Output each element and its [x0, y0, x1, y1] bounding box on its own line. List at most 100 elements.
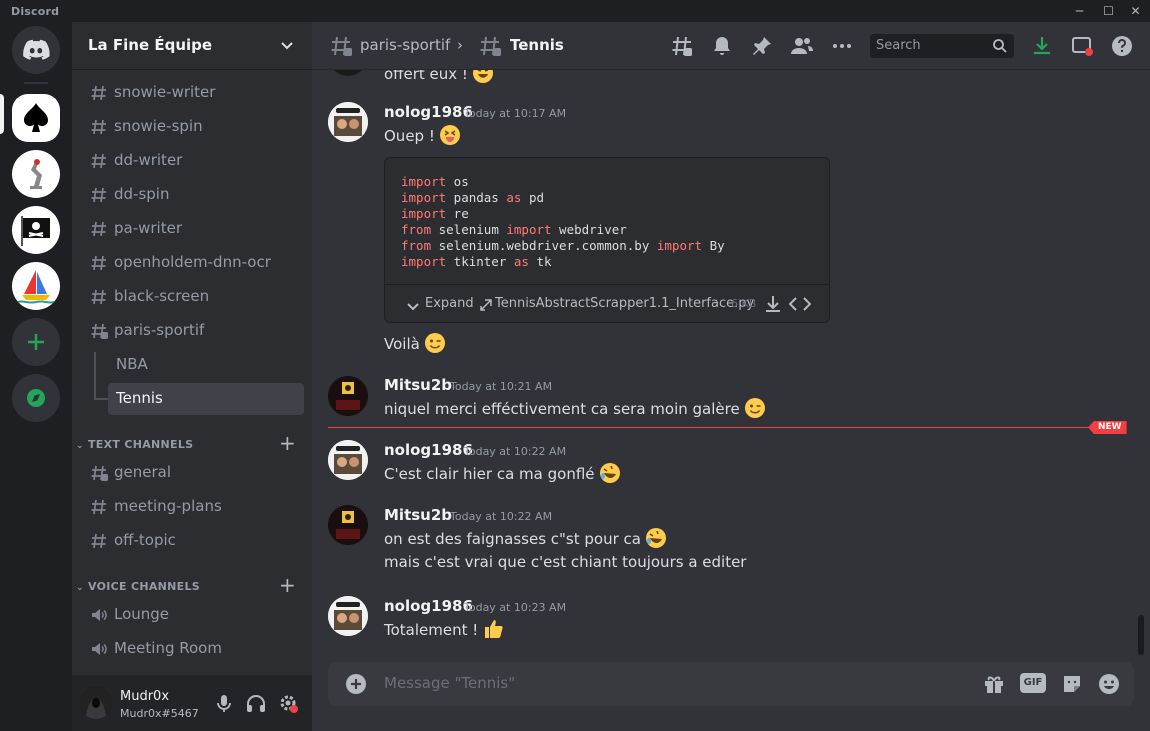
- emoji-picker-icon[interactable]: [1097, 672, 1121, 696]
- view-code-icon[interactable]: [789, 294, 811, 314]
- channel-paris-sportif[interactable]: paris-sportif: [80, 315, 304, 347]
- add-attachment-icon[interactable]: [344, 672, 368, 696]
- user-avatar[interactable]: [80, 687, 112, 719]
- thread-hashtag-icon: [331, 36, 352, 56]
- sticker-icon[interactable]: [1060, 672, 1084, 696]
- message-input-placeholder[interactable]: Message "Tennis": [384, 674, 515, 692]
- add-voice-channel-button[interactable]: +: [279, 573, 296, 597]
- settings-gear-icon[interactable]: [276, 691, 300, 715]
- server-sailboat[interactable]: [12, 262, 60, 310]
- hashtag-icon: [91, 221, 106, 237]
- voice-channel-meeting-room[interactable]: Meeting Room: [80, 633, 304, 665]
- message-text: Totalement !: [384, 618, 504, 640]
- channel-black-screen[interactable]: black-screen: [80, 281, 304, 313]
- notification-bell-icon[interactable]: [710, 34, 734, 58]
- server-header[interactable]: La Fine Équipe: [72, 22, 312, 70]
- expand-button[interactable]: Expand: [425, 296, 474, 311]
- message-composer[interactable]: Message "Tennis" GIF: [328, 662, 1134, 706]
- message-author[interactable]: nolog1986: [384, 103, 473, 121]
- download-icon[interactable]: [1030, 34, 1054, 58]
- threads-icon[interactable]: [670, 34, 694, 58]
- message-author[interactable]: nolog1986: [384, 597, 473, 615]
- add-channel-button[interactable]: +: [279, 431, 296, 455]
- chat-area: paris-sportif › Tennis Search offert eux…: [312, 22, 1150, 731]
- hashtag-icon: [91, 187, 106, 203]
- thread-nba[interactable]: NBA: [80, 349, 304, 381]
- discord-home-button[interactable]: [12, 26, 60, 74]
- inbox-icon[interactable]: [1070, 34, 1094, 58]
- channel-dd-writer[interactable]: dd-writer: [80, 145, 304, 177]
- close-window-button[interactable]: ✕: [1121, 0, 1150, 22]
- chevron-down-icon: ⌄: [76, 583, 84, 593]
- thread-tennis[interactable]: Tennis: [108, 383, 304, 415]
- open-external-icon[interactable]: [479, 298, 493, 312]
- message-author[interactable]: nolog1986: [384, 441, 473, 459]
- user-avatar-mitsu2b[interactable]: [328, 505, 368, 545]
- channel-meeting-plans[interactable]: meeting-plans: [80, 491, 304, 523]
- server-2[interactable]: [12, 150, 60, 198]
- channel-name: off-topic: [114, 531, 176, 549]
- category-voice-channels[interactable]: ⌄ VOICE CHANNELS: [76, 580, 200, 593]
- thread-name: NBA: [116, 355, 148, 373]
- help-icon[interactable]: [1110, 34, 1134, 58]
- discord-logo-icon: [23, 39, 50, 60]
- thread-connector: [94, 398, 108, 400]
- user-avatar-nolog1986[interactable]: [328, 596, 368, 636]
- gif-button[interactable]: GIF: [1020, 673, 1046, 693]
- channel-snowie-writer[interactable]: snowie-writer: [80, 77, 304, 109]
- scrollbar-track[interactable]: [1136, 70, 1144, 660]
- message-text: on est des faignasses c"st pour ca: [384, 527, 667, 549]
- parent-channel-link[interactable]: paris-sportif: [360, 36, 450, 54]
- code-line: from selenium import webdriver: [401, 222, 627, 237]
- server-la-fine-equipe[interactable]: [12, 94, 60, 142]
- channel-off-topic[interactable]: off-topic: [80, 525, 304, 557]
- user-avatar-nolog1986[interactable]: [328, 440, 368, 480]
- category-label: TEXT CHANNELS: [88, 438, 194, 451]
- app-title: Discord: [11, 5, 60, 18]
- channel-openholdem-dnn-ocr[interactable]: openholdem-dnn-ocr: [80, 247, 304, 279]
- member-list-icon[interactable]: [790, 34, 814, 58]
- channel-general[interactable]: general: [80, 457, 304, 489]
- voice-channel-lounge[interactable]: Lounge: [80, 599, 304, 631]
- message-author[interactable]: Mitsu2b: [384, 506, 452, 524]
- user-avatar-nolog1986[interactable]: [328, 102, 368, 142]
- title-bar: Discord ─ ☐ ✕: [0, 0, 1150, 22]
- search-input[interactable]: Search: [870, 34, 1014, 58]
- channel-name: openholdem-dnn-ocr: [114, 253, 271, 271]
- maximize-button[interactable]: ☐: [1094, 0, 1123, 22]
- channel-pa-writer[interactable]: pa-writer: [80, 213, 304, 245]
- chevron-down-icon[interactable]: [278, 36, 296, 54]
- category-text-channels[interactable]: ⌄ TEXT CHANNELS: [76, 438, 193, 451]
- pin-icon[interactable]: [750, 34, 774, 58]
- gift-icon[interactable]: [982, 672, 1006, 696]
- channel-name: meeting-plans: [114, 497, 222, 515]
- minimize-button[interactable]: ─: [1065, 0, 1094, 22]
- rail-separator: [24, 82, 48, 84]
- channel-snowie-spin[interactable]: snowie-spin: [80, 111, 304, 143]
- download-icon[interactable]: [763, 294, 783, 314]
- hashtag-icon: [91, 289, 106, 305]
- channel-name: dd-writer: [114, 151, 183, 169]
- server-pirate[interactable]: [12, 206, 60, 254]
- more-options-icon[interactable]: [830, 34, 854, 58]
- add-server-button[interactable]: [12, 318, 60, 366]
- message-timestamp: Today at 10:21 AM: [450, 380, 553, 393]
- avatar[interactable]: [328, 70, 368, 76]
- message-timestamp: Today at 10:22 AM: [464, 445, 567, 458]
- explore-servers-button[interactable]: [12, 374, 60, 422]
- headphones-icon[interactable]: [244, 691, 268, 715]
- robot-arm-icon: [30, 159, 42, 189]
- channel-name: black-screen: [114, 287, 210, 305]
- hashtag-icon: [91, 119, 106, 135]
- scrollbar-thumb[interactable]: [1138, 615, 1144, 655]
- message-author[interactable]: Mitsu2b: [384, 376, 452, 394]
- channel-dd-spin[interactable]: dd-spin: [80, 179, 304, 211]
- hashtag-icon: [91, 499, 106, 515]
- microphone-icon[interactable]: [212, 691, 236, 715]
- thread-title: Tennis: [510, 36, 564, 54]
- pirate-flag-icon: [21, 216, 50, 246]
- code-attachment: import os import pandas as pd import re …: [384, 157, 830, 323]
- code-line: import re: [401, 206, 469, 221]
- attachment-filename[interactable]: TennisAbstractScrapper1.1_Interface.py: [495, 296, 754, 311]
- user-avatar-mitsu2b[interactable]: [328, 376, 368, 416]
